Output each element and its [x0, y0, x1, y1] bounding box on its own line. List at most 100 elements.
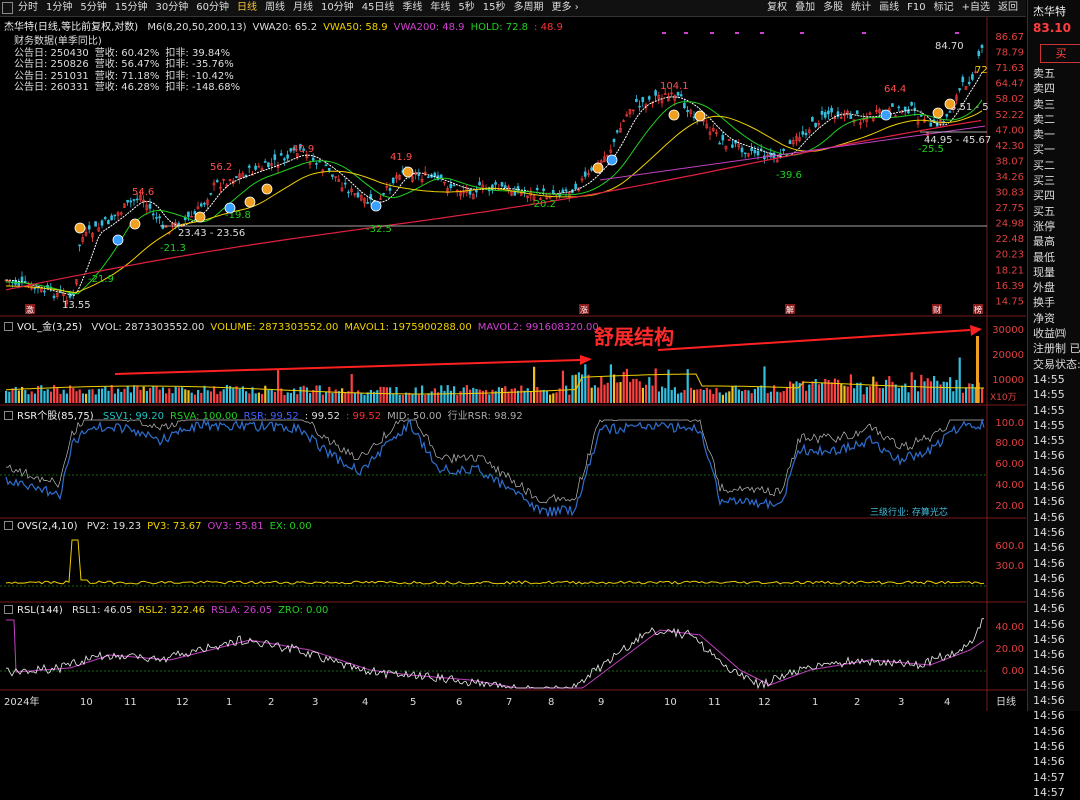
volume-bar: [664, 388, 667, 403]
volume-bar: [942, 381, 945, 403]
volume-bar: [923, 381, 926, 403]
price-tick: 78.79: [995, 48, 1024, 59]
signal-icon[interactable]: [244, 196, 256, 208]
volume-tick: 30000: [992, 325, 1024, 336]
candle-body: [756, 150, 760, 156]
volume-bar: [501, 387, 504, 403]
price-tick: 22.48: [995, 234, 1024, 245]
chart-canvas[interactable]: 86.6778.7971.6364.4758.0252.2247.0042.30…: [0, 0, 1026, 711]
event-marker-label: 激: [26, 305, 34, 315]
price-tick: 47.00: [995, 125, 1024, 136]
signal-icon[interactable]: [606, 154, 618, 166]
signal-icon[interactable]: [194, 211, 206, 223]
time-tick: 1: [226, 697, 232, 708]
time-tick: 10: [80, 697, 93, 708]
quote-item: 14:56: [1033, 648, 1065, 662]
signal-icon[interactable]: [261, 183, 273, 195]
volume-bar: [785, 387, 788, 403]
signal-icon[interactable]: [694, 110, 706, 122]
candle-body: [811, 117, 814, 122]
candle-body: [209, 193, 213, 195]
volume-bar: [635, 378, 638, 403]
volume-bar: [555, 392, 558, 403]
volume-bar: [341, 388, 344, 403]
top-mark: [800, 32, 804, 34]
signal-icon[interactable]: [944, 98, 956, 110]
candle-body: [823, 112, 827, 118]
volume-bar: [568, 394, 571, 403]
volume-tick: 10000: [992, 375, 1024, 386]
candle-body: [635, 98, 638, 102]
signal-icon[interactable]: [129, 218, 141, 230]
volume-bar: [382, 386, 385, 403]
volume-bar: [917, 391, 920, 403]
candle-body: [382, 193, 385, 195]
quote-item: 14:56: [1033, 495, 1065, 509]
volume-bar: [120, 391, 123, 403]
quote-item: 14:56: [1033, 632, 1065, 646]
volume-bar: [449, 390, 452, 403]
arrow-head-icon: [580, 355, 592, 365]
signal-icon[interactable]: [402, 166, 414, 178]
candle-body: [827, 110, 830, 115]
quote-item: 14:57: [1033, 770, 1065, 784]
signal-icon[interactable]: [932, 107, 944, 119]
price-tick: 24.98: [995, 219, 1024, 230]
volume-bar: [971, 383, 974, 403]
vwa50-line: [6, 110, 983, 294]
volume-bar: [286, 392, 289, 403]
volume-bar: [952, 391, 955, 403]
signal-icon[interactable]: [74, 222, 86, 234]
volume-bar: [251, 387, 254, 403]
volume-bar: [840, 383, 843, 403]
volume-bar: [577, 372, 580, 403]
candle-body: [433, 172, 437, 177]
price-annotation: 23.43 - 23.56: [178, 228, 245, 239]
candle-body: [849, 115, 853, 119]
candle-body: [574, 183, 577, 190]
price-tick: 30.83: [995, 188, 1024, 199]
top-mark: [662, 32, 666, 34]
price-annotation: 44.95 - 45.67: [924, 135, 991, 146]
price-annotation: 3.51 - 5: [950, 102, 989, 113]
volume-bar: [475, 388, 478, 403]
signal-icon[interactable]: [880, 109, 892, 121]
candle-body: [267, 162, 270, 168]
top-mark: [684, 32, 688, 34]
volume-bar: [133, 385, 136, 403]
quote-item: 14:56: [1033, 602, 1065, 616]
price-tick: 42.30: [995, 141, 1024, 152]
price-tick: 18.21: [995, 265, 1024, 276]
volume-bar: [849, 374, 852, 403]
volume-bar: [299, 386, 302, 403]
volume-bar: [728, 391, 731, 403]
volume-bar: [145, 391, 148, 403]
volume-bar: [792, 383, 795, 403]
signal-icon[interactable]: [224, 202, 236, 214]
volume-bar: [670, 389, 673, 403]
candle-body: [535, 187, 539, 191]
volume-bar: [155, 385, 158, 403]
candle-body: [980, 45, 984, 48]
volume-bar: [213, 386, 216, 403]
time-tick: 12: [758, 697, 771, 708]
volume-bar: [30, 391, 33, 403]
signal-icon[interactable]: [592, 162, 604, 174]
volume-bar: [632, 379, 635, 403]
buy-button[interactable]: 买: [1040, 44, 1080, 63]
volume-bar: [545, 390, 548, 403]
signal-icon[interactable]: [668, 109, 680, 121]
volume-bar: [641, 387, 644, 403]
volume-bar: [110, 385, 113, 403]
volume-bar: [107, 390, 110, 403]
volume-bar: [811, 381, 814, 403]
volume-bar: [254, 393, 257, 403]
volume-bar: [315, 385, 318, 403]
candle-body: [87, 225, 91, 230]
signal-icon[interactable]: [112, 234, 124, 246]
candle-body: [254, 165, 257, 170]
signal-icon[interactable]: [370, 200, 382, 212]
volume-bar: [462, 387, 465, 403]
volume-bar: [161, 387, 164, 403]
volume-bar: [488, 394, 491, 403]
